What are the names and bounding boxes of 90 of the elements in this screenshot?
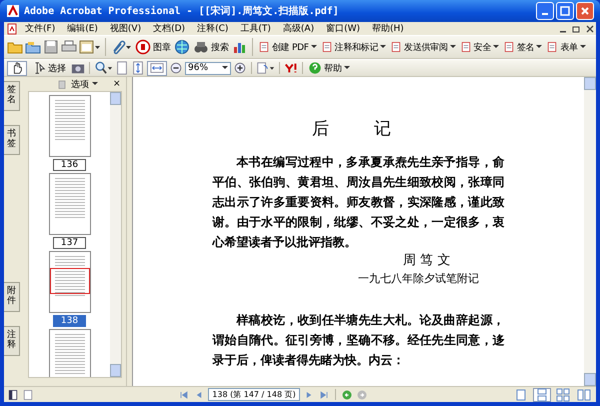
dropdown-arrow-icon: [580, 45, 586, 49]
view-box: [50, 268, 90, 294]
menu-item[interactable]: 文档(D): [148, 22, 190, 35]
layout-icon: [535, 388, 549, 402]
menu-item[interactable]: 视图(V): [104, 22, 146, 35]
help-button[interactable]: 帮助: [307, 61, 351, 75]
menu-item[interactable]: 注释(C): [192, 22, 234, 35]
side-tab[interactable]: 附件: [4, 282, 20, 312]
minimize-icon: [542, 13, 548, 15]
side-tab[interactable]: 签名: [4, 81, 20, 111]
folder-icon[interactable]: [25, 39, 41, 55]
options-menu[interactable]: 选项: [71, 78, 89, 90]
paragraph: 本书在编写过程中，多承夏承焘先生亲予指导，俞平伯、张伯驹、黄君坦、周汝昌先生细致校阅，张璋同志出示了许多重要资料。师友教督，实深隆感，谨此致谢。由于水平的限制，纰缪、不妥之处，一定很多，衷心希望读者予以批评指教。: [212, 154, 504, 251]
menu-item[interactable]: 编辑(E): [62, 22, 103, 35]
dropdown-arrow-icon: [222, 66, 228, 70]
side-tab[interactable]: 注释: [4, 326, 20, 356]
dropdown-arrow-icon: [493, 45, 500, 49]
dropdown-arrow-icon: [310, 45, 317, 49]
document-icon: [460, 40, 472, 54]
first-page-icon[interactable]: [178, 388, 190, 400]
date-line: 一九七八年除夕试笔附记: [358, 271, 479, 287]
minimize-button[interactable]: [536, 2, 554, 20]
dropdown-arrow-icon: [380, 45, 386, 49]
panel-close-button[interactable]: ×: [113, 79, 121, 89]
maximize-icon: [560, 6, 570, 16]
zoom-field[interactable]: 96%: [185, 62, 231, 74]
page-layout-button[interactable]: [533, 388, 551, 402]
window-title: Adobe Acrobat Professional - [[宋词].周笃文.扫描版.pdf]: [24, 4, 340, 18]
close-icon: [580, 6, 590, 16]
menu-item[interactable]: 帮助(H): [367, 22, 409, 35]
scrollbar[interactable]: [584, 77, 596, 386]
document-icon: [320, 40, 333, 54]
stamp-button[interactable]: 图章: [134, 39, 172, 55]
fit-page-icon[interactable]: [131, 61, 145, 75]
dropdown-arrow-icon[interactable]: [92, 82, 98, 86]
fit-width-button[interactable]: [147, 60, 167, 76]
globe-icon[interactable]: [174, 39, 190, 55]
search-button[interactable]: 搜索: [192, 39, 230, 55]
document-icon: [258, 40, 270, 54]
maximize-button[interactable]: [556, 2, 574, 20]
menu-item[interactable]: 工具(T): [235, 22, 276, 35]
author-signature: 周 笃 文: [403, 252, 450, 270]
layout-icon: [514, 388, 528, 402]
select-tool-button[interactable]: 选择: [29, 60, 69, 76]
last-page-icon[interactable]: [318, 388, 330, 400]
layout-icon: [577, 388, 591, 402]
task-button[interactable]: 安全: [458, 40, 500, 54]
menu-item[interactable]: 高级(A): [278, 22, 320, 35]
menu-item[interactable]: 窗口(W): [321, 22, 366, 35]
hand-tool-button[interactable]: [7, 60, 27, 76]
paragraph: 样稿校讫，收到任半塘先生大札。论及曲辞起源，谓始自隋代。征引旁博，坚确不移。经任先生同意，迻录于后，俾读者得先睹为快。内云：: [212, 312, 504, 369]
document-icon: [546, 40, 558, 54]
binoculars-icon: [193, 39, 209, 55]
page-number-field[interactable]: 138 (第 147 / 148 页): [208, 388, 300, 401]
page-title: 后 记: [312, 118, 405, 140]
fit-width-icon: [150, 61, 164, 75]
page-number: 136: [52, 159, 86, 171]
task-button[interactable]: 签名: [502, 40, 544, 54]
scrollbar[interactable]: [110, 92, 121, 377]
task-button[interactable]: 发送供审阅: [389, 40, 457, 54]
page-thumbnail[interactable]: [48, 329, 90, 377]
stamp-icon: [135, 39, 151, 55]
layout-icon: [556, 388, 570, 402]
dropdown-arrow-icon: [450, 45, 456, 49]
actual-size-icon[interactable]: [115, 61, 129, 75]
zoom-in-icon[interactable]: [94, 61, 113, 75]
rotate-page-icon[interactable]: [256, 61, 275, 75]
task-button[interactable]: 注释和标记: [320, 40, 388, 54]
task-button[interactable]: 创建 PDF: [257, 40, 318, 54]
dropdown-arrow-icon: [536, 45, 542, 49]
organizer-icon[interactable]: [79, 39, 101, 55]
app-icon: [6, 4, 20, 18]
page-number: 137: [52, 237, 86, 249]
document-icon: [503, 40, 516, 54]
side-tab[interactable]: 书签: [4, 124, 20, 155]
save-icon[interactable]: [43, 39, 59, 55]
document-icon: [390, 40, 402, 54]
menu-item[interactable]: 文件(F): [20, 22, 60, 35]
zoom-out-icon[interactable]: [169, 61, 183, 75]
zoom-in-button-icon[interactable]: [233, 61, 247, 75]
close-button[interactable]: [576, 2, 594, 20]
document-window-controls-icon: [558, 24, 594, 34]
panel-splitter[interactable]: [126, 77, 133, 386]
page-layout-button[interactable]: [575, 388, 593, 402]
page-number: 138: [52, 315, 86, 327]
back-icon[interactable]: [340, 388, 353, 400]
task-button[interactable]: 表单: [545, 40, 587, 54]
panel-icon[interactable]: [7, 388, 19, 400]
dropdown-arrow-icon: [344, 66, 350, 70]
page-layout-button[interactable]: [554, 388, 572, 402]
